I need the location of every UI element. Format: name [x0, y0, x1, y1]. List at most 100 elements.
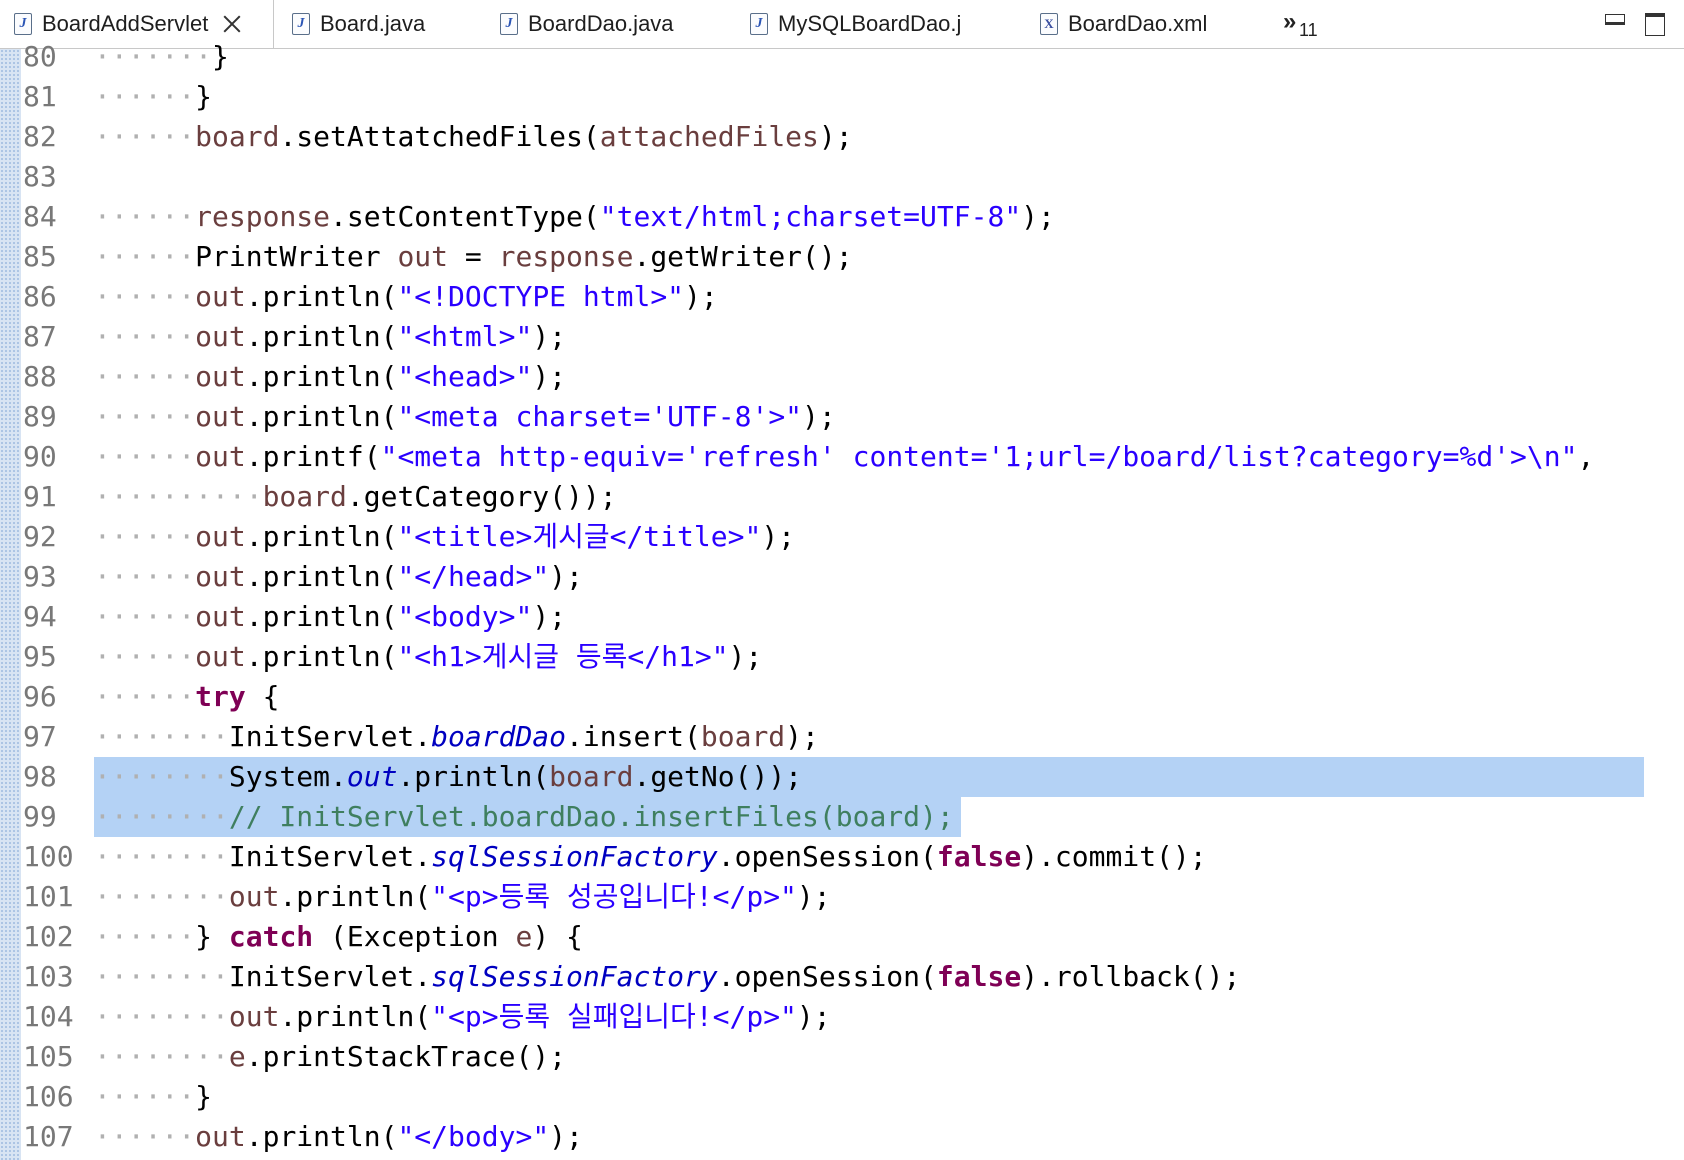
code-line[interactable]: 89 ······out.println("<meta charset='UTF-…: [0, 397, 1684, 437]
code-text: ······out.println("<h1>게시글 등록</h1>");: [94, 637, 762, 677]
line-number: 87: [23, 320, 57, 353]
code-token: board: [262, 480, 347, 513]
code-line[interactable]: 99 ········// InitServlet.boardDao.insert…: [0, 797, 1684, 837]
code-token: ,: [1577, 440, 1595, 473]
whitespace-marker: ········: [94, 840, 229, 873]
code-token: );: [532, 320, 567, 353]
code-line[interactable]: 84 ······response.setContentType("text/ht…: [0, 197, 1684, 237]
code-token: sqlSessionFactory: [431, 840, 718, 873]
line-number: 105: [23, 1040, 74, 1073]
whitespace-marker: ······: [94, 120, 196, 153]
code-line[interactable]: 106 ······}: [0, 1077, 1684, 1117]
line-number: 104: [23, 1000, 74, 1033]
code-line[interactable]: 91 ··········board.getCategory());: [0, 477, 1684, 517]
code-line[interactable]: 104 ········out.println("<p>등록 실패입니다!</p>…: [0, 997, 1684, 1037]
line-number: 103: [23, 960, 74, 993]
line-number: 101: [23, 880, 74, 913]
code-token: "</head>": [397, 560, 550, 593]
code-token: InitServlet.: [228, 840, 432, 873]
minimize-icon[interactable]: [1605, 14, 1625, 25]
code-token: .getCategory());: [346, 480, 617, 513]
code-line[interactable]: 80 ·······}: [0, 37, 1684, 77]
code-line[interactable]: 85 ······PrintWriter out = response.getWr…: [0, 237, 1684, 277]
whitespace-marker: ·······: [94, 40, 213, 73]
code-text: ······out.println("<body>");: [94, 597, 566, 637]
code-line[interactable]: 95 ······out.println("<h1>게시글 등록</h1>");: [0, 637, 1684, 677]
close-icon[interactable]: [222, 14, 242, 34]
code-line[interactable]: 82 ······board.setAttatchedFiles(attached…: [0, 117, 1684, 157]
code-token: .insert(: [566, 720, 701, 753]
code-line[interactable]: 92 ······out.println("<title>게시글</title>"…: [0, 517, 1684, 557]
code-token: out: [228, 880, 280, 913]
code-line[interactable]: 102 ······} catch (Exception e) {: [0, 917, 1684, 957]
line-number: 92: [23, 520, 57, 553]
code-line[interactable]: 83: [0, 157, 1684, 197]
code-line[interactable]: 93 ······out.println("</head>");: [0, 557, 1684, 597]
code-text: ······try {: [94, 677, 279, 717]
whitespace-marker: ······: [94, 680, 196, 713]
code-line[interactable]: 101 ········out.println("<p>등록 성공입니다!</p>…: [0, 877, 1684, 917]
code-line[interactable]: 105 ········e.printStackTrace();: [0, 1037, 1684, 1077]
code-token: catch: [228, 920, 314, 953]
code-token: out: [346, 760, 398, 793]
line-number: 102: [23, 920, 74, 953]
tab-overflow-chevron-icon[interactable]: »: [1283, 8, 1296, 36]
code-token: InitServlet.: [228, 960, 432, 993]
code-line[interactable]: 88 ······out.println("<head>");: [0, 357, 1684, 397]
code-token: sqlSessionFactory: [431, 960, 718, 993]
code-line[interactable]: 90 ······out.printf("<meta http-equiv='re…: [0, 437, 1684, 477]
code-token: "<body>": [397, 600, 533, 633]
code-line[interactable]: 97 ········InitServlet.boardDao.insert(bo…: [0, 717, 1684, 757]
code-line[interactable]: 96 ······try {: [0, 677, 1684, 717]
code-token: =: [448, 240, 499, 273]
whitespace-marker: ········: [94, 960, 229, 993]
whitespace-marker: ··········: [94, 480, 263, 513]
code-token: "</body>": [397, 1120, 550, 1153]
code-token: e: [228, 1040, 246, 1073]
code-token: "<meta http-equiv='refresh' content='1;u…: [380, 440, 1578, 473]
code-token: .println(: [279, 1000, 432, 1033]
code-token: .println(: [245, 320, 398, 353]
code-token: .openSession(: [717, 960, 937, 993]
code-token: out: [195, 440, 246, 473]
code-token: );: [684, 280, 718, 313]
code-line[interactable]: 98 ········System.out.println(board.getNo…: [0, 757, 1684, 797]
code-line[interactable]: 86 ······out.println("<!DOCTYPE html>");: [0, 277, 1684, 317]
code-text: ······board.setAttatchedFiles(attachedFi…: [94, 117, 853, 157]
code-editor[interactable]: 80 ·······} 81 ······} 82 ······board.setAtta…: [0, 40, 1684, 1160]
code-token: .printStackTrace();: [245, 1040, 567, 1073]
code-token: System.: [228, 760, 347, 793]
maximize-icon[interactable]: [1645, 13, 1665, 36]
code-line[interactable]: 100 ········InitServlet.sqlSessionFactory…: [0, 837, 1684, 877]
whitespace-marker: ······: [94, 520, 196, 553]
code-text: ········System.out.println(board.getNo()…: [94, 757, 802, 797]
code-text: ········// InitServlet.boardDao.insertFi…: [94, 797, 954, 837]
code-text: ······out.println("</head>");: [94, 557, 583, 597]
code-text: ········out.println("<p>등록 성공입니다!</p>");: [94, 877, 831, 917]
code-token: {: [245, 680, 280, 713]
code-token: .setContentType(: [330, 200, 600, 233]
code-token: InitServlet.: [228, 720, 432, 753]
code-text: ··········board.getCategory());: [94, 477, 617, 517]
line-number: 97: [23, 720, 57, 753]
code-token: false: [936, 840, 1022, 873]
code-token: );: [549, 1120, 583, 1153]
java-file-icon: J: [292, 13, 310, 35]
code-token: board: [549, 760, 634, 793]
whitespace-marker: ······: [94, 80, 196, 113]
whitespace-marker: ······: [94, 280, 196, 313]
code-token: }: [195, 920, 229, 953]
code-token: out: [228, 1000, 280, 1033]
code-line[interactable]: 94 ······out.println("<body>");: [0, 597, 1684, 637]
code-line[interactable]: 81 ······}: [0, 77, 1684, 117]
code-token: board: [195, 120, 280, 153]
code-token: .println(: [245, 520, 398, 553]
code-line[interactable]: 107 ······out.println("</body>");: [0, 1117, 1684, 1157]
code-token: ).commit();: [1021, 840, 1207, 873]
code-line[interactable]: 87 ······out.println("<html>");: [0, 317, 1684, 357]
code-token: .println(: [245, 360, 398, 393]
code-token: "<p>등록 실패입니다!</p>": [431, 1000, 797, 1033]
code-token: );: [532, 360, 567, 393]
code-line[interactable]: 103 ········InitServlet.sqlSessionFactory…: [0, 957, 1684, 997]
code-token: out: [195, 280, 246, 313]
